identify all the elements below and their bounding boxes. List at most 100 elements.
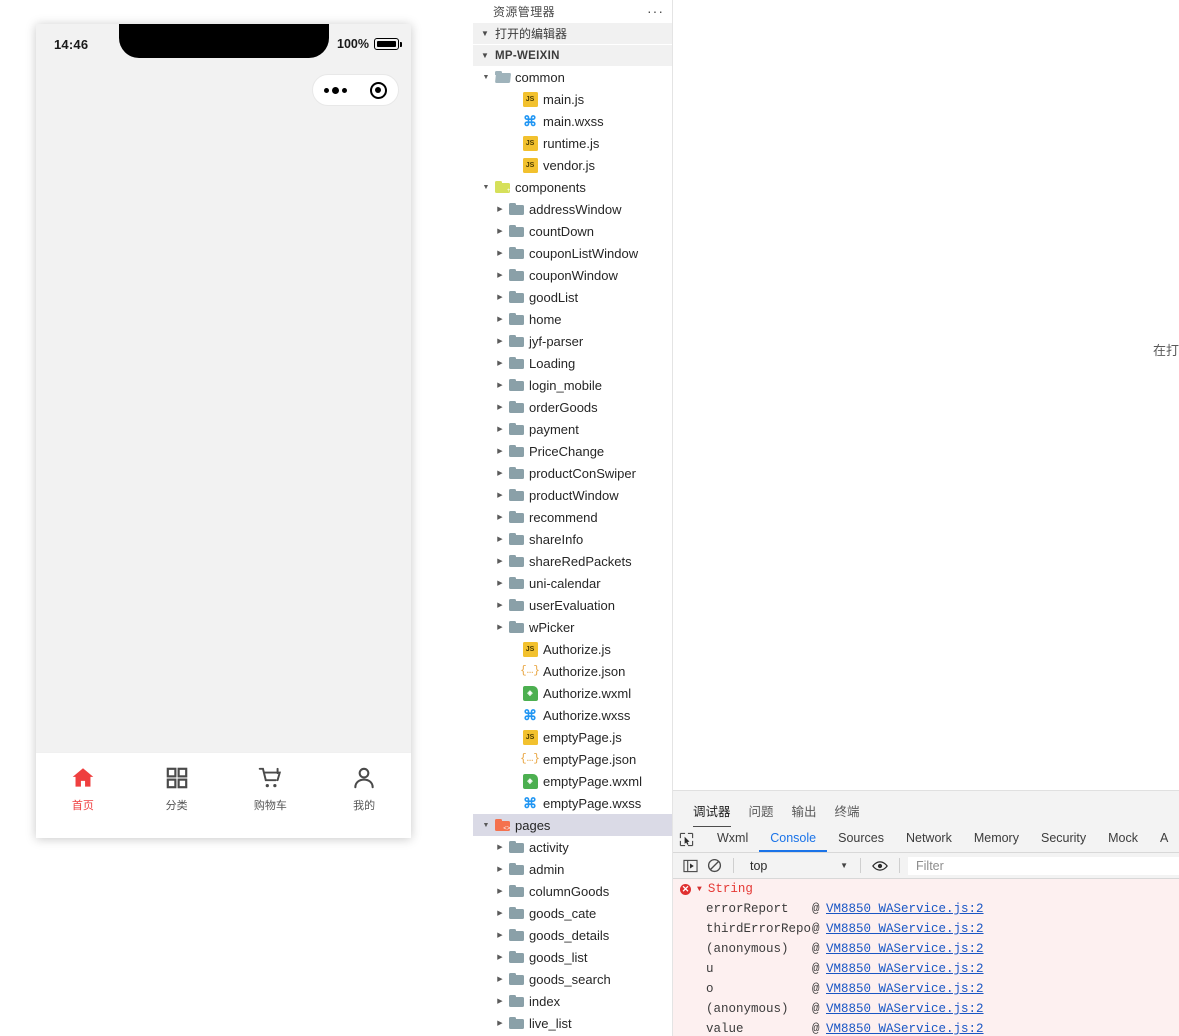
- tree-row[interactable]: ▶ goods_list: [473, 946, 672, 968]
- devtools-tab-console[interactable]: Console: [759, 828, 828, 852]
- source-link[interactable]: VM8850 WAService.js:2: [826, 922, 984, 936]
- chevron-right-icon[interactable]: ▶: [493, 997, 507, 1005]
- source-link[interactable]: VM8850 WAService.js:2: [826, 902, 984, 916]
- chevron-right-icon[interactable]: ▶: [493, 491, 507, 499]
- tree-row[interactable]: ▶ home: [473, 308, 672, 330]
- console-sidebar-icon[interactable]: [679, 856, 701, 876]
- tree-row[interactable]: ▸◈emptyPage.wxml: [473, 770, 672, 792]
- tree-row[interactable]: ▶ goods_cate: [473, 902, 672, 924]
- section-project-root[interactable]: ▼ MP-WEIXIN: [473, 44, 672, 66]
- inspect-element-icon[interactable]: [679, 830, 694, 850]
- chevron-down-icon[interactable]: ▼: [479, 184, 493, 191]
- chevron-right-icon[interactable]: ▶: [493, 293, 507, 301]
- tree-row[interactable]: ▸⌘main.wxss: [473, 110, 672, 132]
- console-filter-input[interactable]: [908, 856, 1179, 875]
- chevron-right-icon[interactable]: ▶: [493, 975, 507, 983]
- devtools-tab-security[interactable]: Security: [1030, 828, 1097, 852]
- tree-row[interactable]: ▸JSAuthorize.js: [473, 638, 672, 660]
- tab-item-cart[interactable]: 购物车: [224, 765, 318, 813]
- more-dots-icon[interactable]: [324, 86, 348, 94]
- source-link[interactable]: VM8850 WAService.js:2: [826, 942, 984, 956]
- chevron-right-icon[interactable]: ▶: [493, 469, 507, 477]
- tree-row[interactable]: ▶ admin: [473, 858, 672, 880]
- chevron-right-icon[interactable]: ▶: [493, 865, 507, 873]
- devtools-tab-sources[interactable]: Sources: [827, 828, 895, 852]
- devtools-tab-wxml[interactable]: Wxml: [706, 828, 759, 852]
- chevron-down-icon[interactable]: ▼: [479, 822, 493, 829]
- source-link[interactable]: VM8850 WAService.js:2: [826, 1022, 984, 1036]
- source-link[interactable]: VM8850 WAService.js:2: [826, 962, 984, 976]
- chevron-right-icon[interactable]: ▶: [493, 425, 507, 433]
- chevron-right-icon[interactable]: ▶: [493, 601, 507, 609]
- tree-row[interactable]: ▶ recommend: [473, 506, 672, 528]
- chevron-right-icon[interactable]: ▶: [493, 447, 507, 455]
- panel-tab-output[interactable]: 输出: [792, 801, 817, 827]
- chevron-right-icon[interactable]: ▶: [493, 535, 507, 543]
- tree-row[interactable]: ▸⌘emptyPage.wxss: [473, 792, 672, 814]
- chevron-right-icon[interactable]: ▶: [493, 271, 507, 279]
- panel-tab-debugger[interactable]: 调试器: [693, 801, 731, 827]
- tree-row[interactable]: ▶ wPicker: [473, 616, 672, 638]
- devtools-tab-more[interactable]: A: [1149, 828, 1179, 852]
- tree-row[interactable]: ▶ uni-calendar: [473, 572, 672, 594]
- tree-row[interactable]: ▶ userEvaluation: [473, 594, 672, 616]
- chevron-right-icon[interactable]: ▶: [493, 381, 507, 389]
- devtools-tab-network[interactable]: Network: [895, 828, 963, 852]
- tree-row[interactable]: ▶ goods_details: [473, 924, 672, 946]
- chevron-right-icon[interactable]: ▶: [493, 909, 507, 917]
- tree-row[interactable]: ▸{…}Authorize.json: [473, 660, 672, 682]
- tree-row[interactable]: ▶ shareInfo: [473, 528, 672, 550]
- source-link[interactable]: VM8850 WAService.js:2: [826, 1002, 984, 1016]
- tree-row[interactable]: ▶ activity: [473, 836, 672, 858]
- chevron-right-icon[interactable]: ▶: [493, 579, 507, 587]
- tree-row[interactable]: ▸JSemptyPage.js: [473, 726, 672, 748]
- tree-row[interactable]: ▸⌘Authorize.wxss: [473, 704, 672, 726]
- live-expression-eye-icon[interactable]: [869, 856, 891, 876]
- chevron-right-icon[interactable]: ▶: [493, 227, 507, 235]
- chevron-right-icon[interactable]: ▶: [493, 249, 507, 257]
- tree-row[interactable]: ▸JSmain.js: [473, 88, 672, 110]
- chevron-right-icon[interactable]: ▶: [493, 843, 507, 851]
- tree-row[interactable]: ▶ goods_search: [473, 968, 672, 990]
- tree-row[interactable]: ▶ couponListWindow: [473, 242, 672, 264]
- tree-row[interactable]: ▶ addressWindow: [473, 198, 672, 220]
- chevron-right-icon[interactable]: ▶: [493, 1019, 507, 1027]
- tree-row[interactable]: ▶ goodList: [473, 286, 672, 308]
- wechat-capsule-menu[interactable]: [312, 74, 399, 106]
- chevron-right-icon[interactable]: ▶: [493, 315, 507, 323]
- chevron-right-icon[interactable]: ▶: [493, 953, 507, 961]
- tree-row[interactable]: ▶ PriceChange: [473, 440, 672, 462]
- console-context-select[interactable]: top ▼: [742, 859, 852, 873]
- tree-row[interactable]: ▼ <> pages: [473, 814, 672, 836]
- tree-row[interactable]: ▶ countDown: [473, 220, 672, 242]
- chevron-right-icon[interactable]: ▶: [493, 513, 507, 521]
- devtools-tab-memory[interactable]: Memory: [963, 828, 1030, 852]
- tab-item-profile[interactable]: 我的: [317, 765, 411, 813]
- tree-row[interactable]: ▶ Loading: [473, 352, 672, 374]
- tree-row[interactable]: ▼ + components: [473, 176, 672, 198]
- tree-row[interactable]: ▶ jyf-parser: [473, 330, 672, 352]
- tree-row[interactable]: ▸JSvendor.js: [473, 154, 672, 176]
- chevron-right-icon[interactable]: ▶: [493, 359, 507, 367]
- chevron-right-icon[interactable]: ▶: [493, 337, 507, 345]
- tree-row[interactable]: ▸{…}emptyPage.json: [473, 748, 672, 770]
- tree-row[interactable]: ▶ productConSwiper: [473, 462, 672, 484]
- explorer-more-icon[interactable]: ···: [647, 4, 664, 18]
- chevron-down-icon[interactable]: ▼: [479, 74, 493, 81]
- chevron-down-icon[interactable]: ▼: [697, 885, 702, 894]
- panel-tab-terminal[interactable]: 终端: [835, 801, 860, 827]
- tree-row[interactable]: ▶ orderGoods: [473, 396, 672, 418]
- tab-item-category[interactable]: 分类: [130, 765, 224, 813]
- chevron-right-icon[interactable]: ▶: [493, 205, 507, 213]
- tree-row[interactable]: ▶ couponWindow: [473, 264, 672, 286]
- devtools-tab-mock[interactable]: Mock: [1097, 828, 1149, 852]
- chevron-right-icon[interactable]: ▶: [493, 403, 507, 411]
- tree-row[interactable]: ▸◈Authorize.wxml: [473, 682, 672, 704]
- tree-row[interactable]: ▶ live_list: [473, 1012, 672, 1034]
- tab-item-home[interactable]: 首页: [36, 765, 130, 813]
- target-circle-icon[interactable]: [369, 81, 387, 99]
- console-error-header[interactable]: ✕ ▼ String: [673, 879, 1179, 899]
- chevron-right-icon[interactable]: ▶: [493, 931, 507, 939]
- panel-tab-problems[interactable]: 问题: [749, 801, 774, 827]
- clear-console-icon[interactable]: [703, 856, 725, 876]
